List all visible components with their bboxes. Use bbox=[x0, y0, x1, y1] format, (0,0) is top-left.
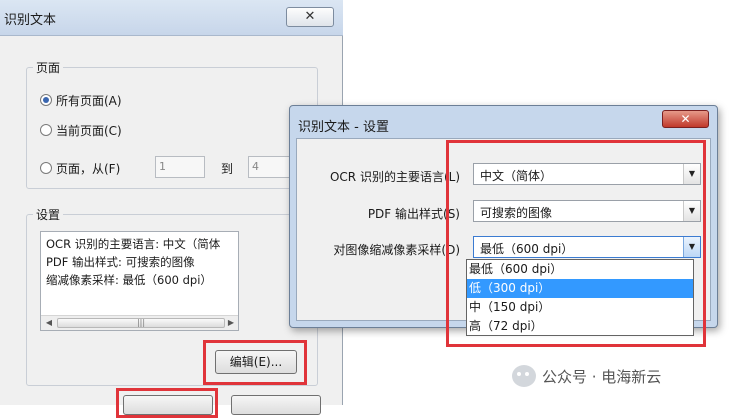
downsample-summary: 缩减像素采样: 最低（600 dpi） bbox=[46, 273, 212, 287]
ok-button-highlight bbox=[116, 388, 218, 418]
settings-dialog-title: 识别文本 - 设置 bbox=[298, 120, 389, 135]
current-page-option[interactable]: 当前页面(C) bbox=[40, 121, 122, 139]
pages-group-label: 页面 bbox=[33, 59, 64, 76]
scroll-right-icon[interactable]: ▶ bbox=[225, 317, 237, 329]
all-pages-radio[interactable] bbox=[40, 94, 52, 106]
ocr-language-label: OCR 识别的主要语言(L) bbox=[329, 170, 460, 184]
close-icon: ✕ bbox=[304, 9, 316, 24]
downsample-label: 对图像缩减像素采样(D) bbox=[333, 243, 460, 257]
settings-close-button[interactable]: ✕ bbox=[662, 110, 709, 128]
close-icon: ✕ bbox=[680, 112, 691, 126]
horizontal-scrollbar[interactable]: ◀ ||| ▶ bbox=[41, 315, 238, 330]
dialog-title: 识别文本 bbox=[4, 13, 57, 28]
settings-summary-list[interactable]: OCR 识别的主要语言: 中文（简体 PDF 输出样式: 可搜索的图像 缩减像素… bbox=[40, 231, 239, 331]
edit-button-highlight bbox=[203, 340, 307, 385]
scroll-thumb[interactable]: ||| bbox=[57, 318, 225, 328]
title-bar: 识别文本 ✕ bbox=[0, 0, 343, 36]
pdf-style-summary: PDF 输出样式: 可搜索的图像 bbox=[46, 255, 195, 269]
watermark: 公众号 · 电海新云 bbox=[512, 363, 717, 389]
ocr-language-summary: OCR 识别的主要语言: 中文（简体 bbox=[46, 237, 221, 251]
from-page-input[interactable]: 1 bbox=[155, 156, 205, 178]
settings-fields-highlight bbox=[446, 140, 706, 347]
all-pages-option[interactable]: 所有页面(A) bbox=[40, 91, 122, 109]
scroll-left-icon[interactable]: ◀ bbox=[43, 317, 55, 329]
watermark-text: 公众号 · 电海新云 bbox=[542, 367, 662, 386]
page-range-radio[interactable] bbox=[40, 162, 52, 174]
wechat-icon bbox=[512, 365, 536, 387]
settings-group-label: 设置 bbox=[33, 206, 64, 223]
page-range-label: 页面，从(F) bbox=[56, 161, 121, 176]
to-label: 到 bbox=[221, 162, 234, 176]
current-page-radio[interactable] bbox=[40, 124, 52, 136]
current-page-label: 当前页面(C) bbox=[56, 123, 122, 138]
all-pages-label: 所有页面(A) bbox=[56, 93, 122, 108]
cancel-button[interactable] bbox=[231, 395, 321, 415]
page-range-option[interactable]: 页面，从(F) bbox=[40, 159, 120, 177]
close-button[interactable]: ✕ bbox=[286, 7, 334, 27]
